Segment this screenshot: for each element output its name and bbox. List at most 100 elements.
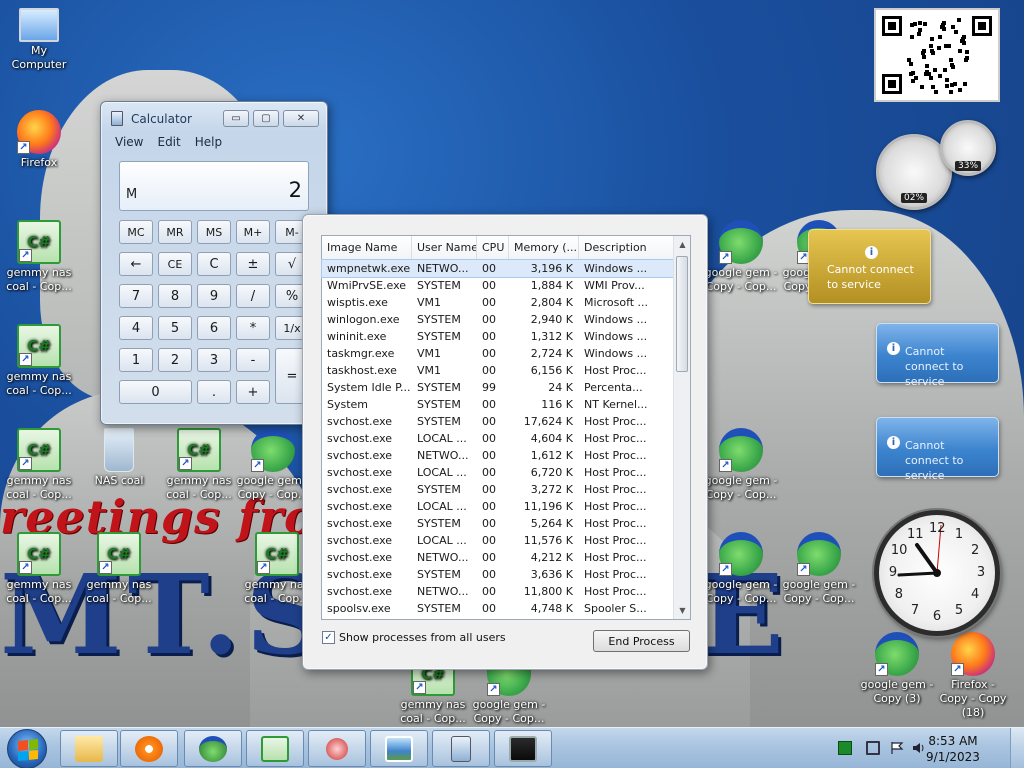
- network-icon[interactable]: [866, 741, 880, 755]
- table-row[interactable]: wmpnetwk.exe NETWO... 00 3,196 K Windows ...: [321, 259, 675, 278]
- table-row[interactable]: svchost.exe LOCAL ... 00 6,720 K Host Proc..…: [322, 464, 674, 481]
- table-row[interactable]: svchost.exe LOCAL ... 00 11,576 K Host Proc.…: [322, 532, 674, 549]
- qr-module: [951, 65, 955, 69]
- qr-module: [922, 49, 926, 53]
- end-process-button[interactable]: End Process: [593, 630, 690, 652]
- table-row[interactable]: System SYSTEM 00 116 K NT Kernel...: [322, 396, 674, 413]
- desktop-icon[interactable]: ↗ google gem - Copy (3): [860, 632, 934, 706]
- calc-key[interactable]: +: [236, 380, 270, 404]
- show-all-processes-checkbox[interactable]: ✓ Show processes from all users: [322, 631, 506, 644]
- process-image-name: svchost.exe: [327, 534, 393, 547]
- column-memory[interactable]: Memory (...: [509, 236, 579, 260]
- table-row[interactable]: svchost.exe LOCAL ... 00 11,196 K Host Proc.…: [322, 498, 674, 515]
- table-row[interactable]: taskhost.exe VM1 00 6,156 K Host Proc...: [322, 362, 674, 379]
- table-row[interactable]: winlogon.exe SYSTEM 00 2,940 K Windows ...: [322, 311, 674, 328]
- shortcut-arrow-icon: ↗: [19, 249, 32, 262]
- process-cpu: 00: [482, 262, 496, 275]
- table-row[interactable]: WmiPrvSE.exe SYSTEM 00 1,884 K WMI Prov...: [322, 277, 674, 294]
- calc-key[interactable]: MS: [197, 220, 231, 244]
- calc-key[interactable]: 0: [119, 380, 192, 404]
- desktop-icon[interactable]: ↗ google gem - Copy - Cop...: [782, 532, 856, 606]
- desktop-icon[interactable]: ↗ google gem - Copy - Cop...: [704, 532, 778, 606]
- calc-key[interactable]: C: [197, 252, 231, 276]
- taskbar-clock[interactable]: 8:53 AM 9/1/2023: [920, 733, 986, 765]
- calc-key[interactable]: MR: [158, 220, 192, 244]
- calc-key[interactable]: 6: [197, 316, 231, 340]
- column-user-name[interactable]: User Name: [412, 236, 477, 260]
- desktop-icon[interactable]: C# ↗ gemmy nas coal - Cop...: [2, 220, 76, 294]
- calc-key[interactable]: 1: [119, 348, 153, 372]
- table-row[interactable]: System Idle P... SYSTEM 99 24 K Percenta...: [322, 379, 674, 396]
- menu-view[interactable]: View: [115, 135, 143, 149]
- desktop-icon[interactable]: My Computer: [2, 8, 76, 72]
- desktop-icon[interactable]: ↗ google gem - Copy - Cop...: [236, 428, 310, 502]
- desktop-icon[interactable]: ↗ Firefox - Copy - Copy (18): [936, 632, 1010, 720]
- desktop-icon[interactable]: C# ↗ gemmy nas coal - Cop...: [2, 324, 76, 398]
- calc-key[interactable]: 7: [119, 284, 153, 308]
- desktop-icon[interactable]: ↗ Firefox: [2, 110, 76, 170]
- notice-gadget-gold[interactable]: i Cannot connect to service: [808, 229, 931, 304]
- calc-key[interactable]: .: [197, 380, 231, 404]
- table-row[interactable]: taskmgr.exe VM1 00 2,724 K Windows ...: [322, 345, 674, 362]
- desktop-icon[interactable]: ↗ google gem - Copy - Cop...: [704, 220, 778, 294]
- column-description[interactable]: Description: [579, 236, 674, 260]
- calc-key[interactable]: -: [236, 348, 270, 372]
- csharp-file-icon: C# ↗: [17, 532, 61, 576]
- close-button[interactable]: ✕: [283, 110, 319, 127]
- show-desktop-button[interactable]: [1010, 728, 1024, 768]
- menu-edit[interactable]: Edit: [157, 135, 180, 149]
- maximize-button[interactable]: ▢: [253, 110, 279, 127]
- tray-app-icon[interactable]: [838, 741, 852, 755]
- calc-key[interactable]: 8: [158, 284, 192, 308]
- calc-key[interactable]: 9: [197, 284, 231, 308]
- calc-key[interactable]: MC: [119, 220, 153, 244]
- table-row[interactable]: wininit.exe SYSTEM 00 1,312 K Windows ...: [322, 328, 674, 345]
- clock-gadget[interactable]: 12 1 2 3 4 5 6 7 8 9 10 11: [874, 510, 1000, 636]
- desktop-icon[interactable]: C# ↗ gemmy nas coal - Cop...: [2, 428, 76, 502]
- table-row[interactable]: svchost.exe NETWO... 00 1,612 K Host Proc...: [322, 447, 674, 464]
- scroll-down-icon[interactable]: ▼: [674, 602, 691, 619]
- table-row[interactable]: svchost.exe SYSTEM 00 3,272 K Host Proc...: [322, 481, 674, 498]
- calc-key[interactable]: *: [236, 316, 270, 340]
- calc-key[interactable]: 3: [197, 348, 231, 372]
- desktop-icon[interactable]: C# ↗ gemmy nas coal - Cop...: [162, 428, 236, 502]
- calc-key[interactable]: 5: [158, 316, 192, 340]
- calc-key[interactable]: 2: [158, 348, 192, 372]
- calc-key[interactable]: /: [236, 284, 270, 308]
- task-manager-window[interactable]: Image Name User Name CPU Memory (... Des…: [302, 214, 708, 670]
- calc-key[interactable]: CE: [158, 252, 192, 276]
- calc-key[interactable]: M+: [236, 220, 270, 244]
- notice-gadget[interactable]: i Cannot connect to service: [876, 323, 999, 388]
- desktop-icon[interactable]: C# ↗ gemmy nas coal - Cop...: [2, 532, 76, 606]
- process-list-scrollbar[interactable]: ▲ ▼: [673, 236, 690, 619]
- minimize-button[interactable]: ▭: [223, 110, 249, 127]
- notice-gadget[interactable]: i Cannot connect to service: [876, 417, 999, 482]
- table-row[interactable]: svchost.exe NETWO... 00 11,800 K Host Proc..…: [322, 583, 674, 600]
- calculator-window[interactable]: Calculator ▭ ▢ ✕ View Edit Help M 2 MC MR…: [100, 101, 328, 425]
- column-image-name[interactable]: Image Name: [322, 236, 412, 260]
- table-row[interactable]: svchost.exe LOCAL ... 00 4,604 K Host Proc..…: [322, 430, 674, 447]
- checkbox-box[interactable]: ✓: [322, 631, 335, 644]
- table-row[interactable]: svchost.exe SYSTEM 00 17,624 K Host Proc...: [322, 413, 674, 430]
- column-cpu[interactable]: CPU: [477, 236, 509, 260]
- menu-help[interactable]: Help: [195, 135, 222, 149]
- calc-key[interactable]: 4: [119, 316, 153, 340]
- process-list[interactable]: Image Name User Name CPU Memory (... Des…: [321, 235, 691, 620]
- qr-code-gadget[interactable]: [874, 8, 1000, 102]
- scroll-thumb[interactable]: [676, 256, 688, 372]
- table-row[interactable]: spoolsv.exe SYSTEM 00 4,748 K Spooler S...: [322, 600, 674, 617]
- calc-key[interactable]: ←: [119, 252, 153, 276]
- table-row[interactable]: svchost.exe NETWO... 00 4,212 K Host Proc...: [322, 549, 674, 566]
- scroll-up-icon[interactable]: ▲: [674, 236, 691, 253]
- memory-meter-gadget[interactable]: 33%: [940, 120, 996, 176]
- process-description: Spooler S...: [584, 602, 647, 615]
- table-row[interactable]: svchost.exe SYSTEM 00 3,636 K Host Proc...: [322, 566, 674, 583]
- desktop-icon[interactable]: NAS coal: [82, 428, 156, 488]
- desktop-icon[interactable]: C# ↗ gemmy nas coal - Cop...: [82, 532, 156, 606]
- calculator-titlebar[interactable]: Calculator ▭ ▢ ✕: [101, 102, 327, 132]
- desktop-icon[interactable]: ↗ google gem - Copy - Cop...: [704, 428, 778, 502]
- action-center-flag-icon[interactable]: [890, 741, 904, 755]
- calc-key[interactable]: ±: [236, 252, 270, 276]
- table-row[interactable]: svchost.exe SYSTEM 00 5,264 K Host Proc...: [322, 515, 674, 532]
- table-row[interactable]: wisptis.exe VM1 00 2,804 K Microsoft ...: [322, 294, 674, 311]
